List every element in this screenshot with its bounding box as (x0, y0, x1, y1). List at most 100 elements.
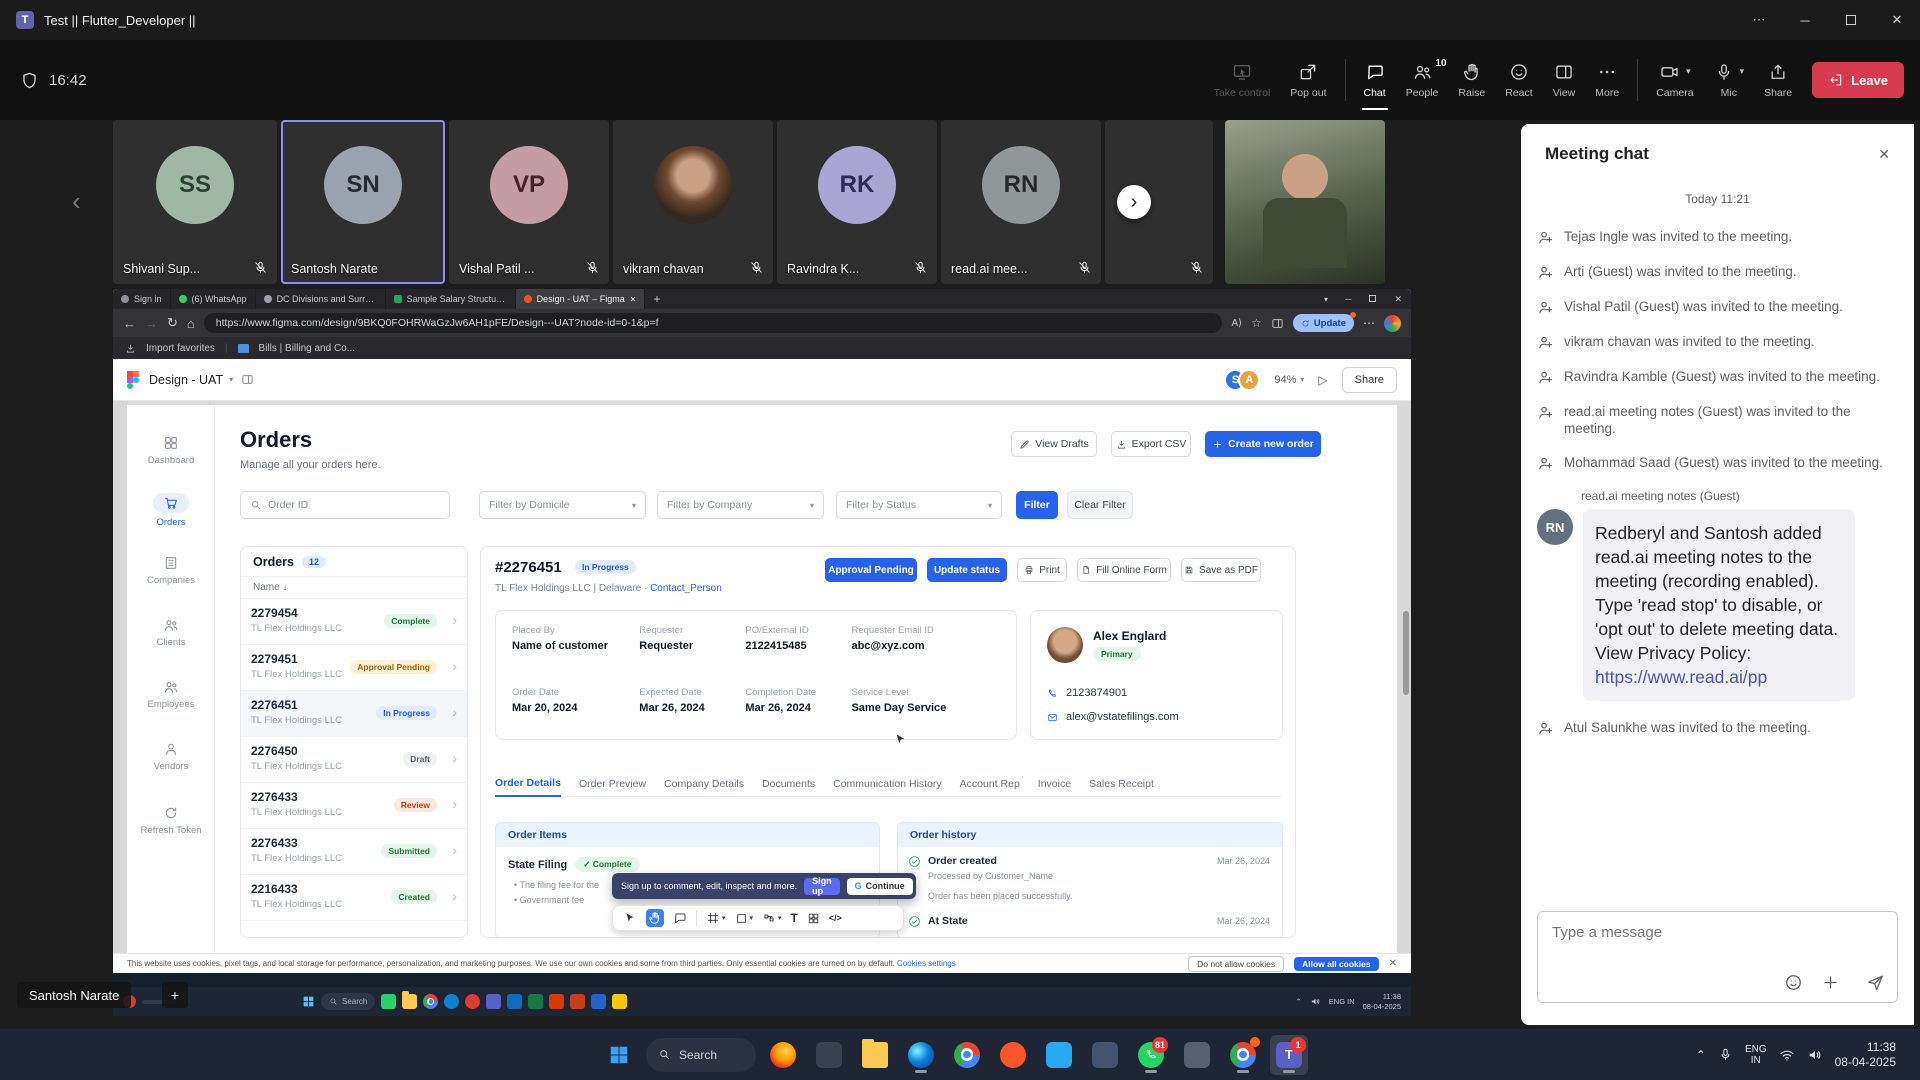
raise-hand-button[interactable]: Raise (1448, 48, 1495, 112)
filter-company-select[interactable]: Filter by Company▾ (657, 491, 824, 519)
order-row[interactable]: 2276433TL Flex Holdings LLC Submitted› (241, 829, 467, 875)
react-button[interactable]: React (1495, 48, 1542, 112)
update-status-button[interactable]: Update status (927, 558, 1007, 582)
shared-clock[interactable]: 11:3808-04-2025 (1363, 992, 1401, 1012)
dev-mode-icon[interactable]: </> (829, 913, 842, 923)
participant-video-tile[interactable] (1225, 120, 1385, 284)
participant-tile[interactable]: RN read.ai mee... (941, 120, 1101, 284)
browser-tab-salary-sheet[interactable]: Sample Salary Structure with calc (386, 289, 516, 309)
signup-button[interactable]: Sign up (804, 878, 840, 895)
taskbar-app[interactable] (810, 1035, 848, 1075)
browser-close-icon[interactable]: ✕ (1385, 294, 1411, 305)
tab-order-details[interactable]: Order Details (495, 771, 561, 797)
import-favorites-link[interactable]: Import favorites (146, 343, 215, 354)
taskbar-firefox[interactable] (764, 1035, 802, 1075)
google-continue-button[interactable]: G Continue (847, 878, 913, 895)
browser-tab-figma-active[interactable]: Design - UAT – Figma ✕ (516, 289, 646, 309)
shared-app-icon[interactable] (591, 994, 606, 1009)
wifi-icon[interactable] (1779, 1047, 1795, 1063)
tab-communication-history[interactable]: Communication History (833, 778, 942, 790)
connector-tool-icon[interactable]: ▾ (762, 911, 782, 925)
forward-icon[interactable]: → (145, 316, 158, 331)
clear-filter-button[interactable]: Clear Filter (1067, 491, 1133, 519)
file-dropdown-icon[interactable]: ▾ (229, 375, 233, 384)
order-row-selected[interactable]: 2276451TL Flex Holdings LLC In Progress› (241, 691, 467, 737)
refresh-icon[interactable]: ↻ (167, 315, 178, 331)
pop-out-button[interactable]: Pop out (1280, 48, 1336, 112)
shared-app-icon[interactable] (444, 994, 459, 1009)
order-row[interactable]: 2216433TL Flex Holdings LLC Created› (241, 875, 467, 921)
attach-plus-icon[interactable] (1821, 973, 1840, 992)
chat-input-box[interactable] (1537, 911, 1898, 1003)
orders-name-header[interactable]: Name ↓ (241, 577, 467, 599)
taskbar-whatsapp[interactable]: 81 (1132, 1035, 1170, 1075)
create-order-button[interactable]: Create new order (1205, 431, 1321, 457)
view-button[interactable]: View (1543, 48, 1586, 112)
comment-tool-icon[interactable] (673, 911, 687, 925)
present-icon[interactable]: ▷ (1318, 373, 1327, 387)
tab-close-icon[interactable]: ✕ (630, 295, 637, 304)
participant-tile[interactable]: VP Vishal Patil ... (449, 120, 609, 284)
privacy-policy-link[interactable]: https://www.read.ai/pp (1595, 667, 1767, 687)
text-tool-icon[interactable]: T (791, 911, 798, 925)
tab-order-preview[interactable]: Order Preview (579, 778, 646, 790)
start-icon[interactable] (302, 995, 315, 1008)
allow-cookies-button[interactable]: Allow all cookies (1294, 957, 1379, 971)
shared-app-icon[interactable] (570, 994, 585, 1009)
sidebar-item-companies[interactable]: Companies (127, 555, 215, 586)
participant-tile[interactable]: vikram chavan (613, 120, 773, 284)
hand-tool-icon[interactable] (646, 909, 664, 927)
deny-cookies-button[interactable]: Do not allow cookies (1188, 956, 1284, 972)
sidebar-item-employees[interactable]: Employees (127, 679, 215, 710)
shared-app-icon[interactable] (486, 994, 501, 1009)
tab-company-details[interactable]: Company Details (664, 778, 744, 790)
start-button[interactable] (600, 1035, 638, 1075)
taskbar-chrome-profile[interactable] (1224, 1035, 1262, 1075)
mic-button[interactable]: ▾ Mic (1704, 48, 1755, 112)
bookmark-bills[interactable]: Bills | Billing and Co... (259, 343, 356, 354)
tab-invoice[interactable]: Invoice (1038, 778, 1071, 790)
browser-tab-dc-divisions[interactable]: DC Divisions and Surroundings (256, 289, 386, 309)
order-id-search[interactable]: Order ID (240, 491, 450, 519)
mic-dropdown-icon[interactable]: ▾ (1740, 66, 1745, 77)
order-row[interactable]: 2276450TL Flex Holdings LLC Draft› (241, 737, 467, 783)
taskbar-clock[interactable]: 11:3808-04-2025 (1835, 1040, 1896, 1070)
pages-panel-icon[interactable] (241, 373, 254, 386)
taskbar-edge[interactable] (902, 1035, 940, 1075)
approval-pending-button[interactable]: Approval Pending (825, 558, 917, 582)
shared-language[interactable]: ENG IN (1329, 997, 1355, 1006)
browser-minimize-icon[interactable]: ─ (1336, 294, 1360, 304)
shared-app-icon[interactable] (507, 994, 522, 1009)
filter-button[interactable]: Filter (1016, 491, 1058, 519)
shape-tool-icon[interactable]: ▾ (735, 912, 754, 925)
taskbar-search[interactable]: Search (646, 1038, 756, 1072)
presenter-pin-button[interactable]: + (162, 982, 188, 1008)
people-button[interactable]: 10 People (1396, 48, 1449, 112)
browser-tab-signin[interactable]: Sign in (113, 289, 171, 309)
chat-close-icon[interactable]: ✕ (1878, 146, 1890, 163)
sidebar-item-refresh-token[interactable]: Refresh Token (127, 805, 215, 836)
shared-app-icon[interactable] (528, 994, 543, 1009)
show-desktop-strip[interactable] (1908, 1038, 1912, 1072)
sidebar-item-orders[interactable]: Orders (127, 493, 215, 528)
shared-app-icon[interactable] (612, 994, 627, 1009)
zoom-level[interactable]: 94% (1274, 374, 1296, 386)
camera-button[interactable]: ▾ Camera (1646, 48, 1703, 112)
window-maximize-button[interactable] (1828, 0, 1874, 40)
figma-file-name[interactable]: Design - UAT (149, 373, 223, 387)
titlebar-more-icon[interactable]: ⋯ (1736, 0, 1782, 40)
taskbar-chrome[interactable] (948, 1035, 986, 1075)
save-pdf-button[interactable]: Save as PDF (1181, 558, 1261, 582)
browser-profile-avatar[interactable] (1384, 315, 1401, 332)
shared-app-icon[interactable] (402, 994, 417, 1009)
figma-share-button[interactable]: Share (1342, 367, 1397, 393)
taskbar-app[interactable] (1178, 1035, 1216, 1075)
taskbar-file-explorer[interactable] (856, 1035, 894, 1075)
canvas-scrollbar[interactable] (1403, 611, 1409, 695)
read-aloud-icon[interactable]: A⟩ (1231, 318, 1242, 329)
frame-tool-icon[interactable]: ▾ (706, 911, 726, 925)
tab-account-rep[interactable]: Account Rep (960, 778, 1020, 790)
contact-email[interactable]: alex@vstatefilings.com (1047, 711, 1179, 723)
leave-button[interactable]: Leave (1812, 62, 1904, 98)
share-button[interactable]: Share (1754, 48, 1802, 112)
